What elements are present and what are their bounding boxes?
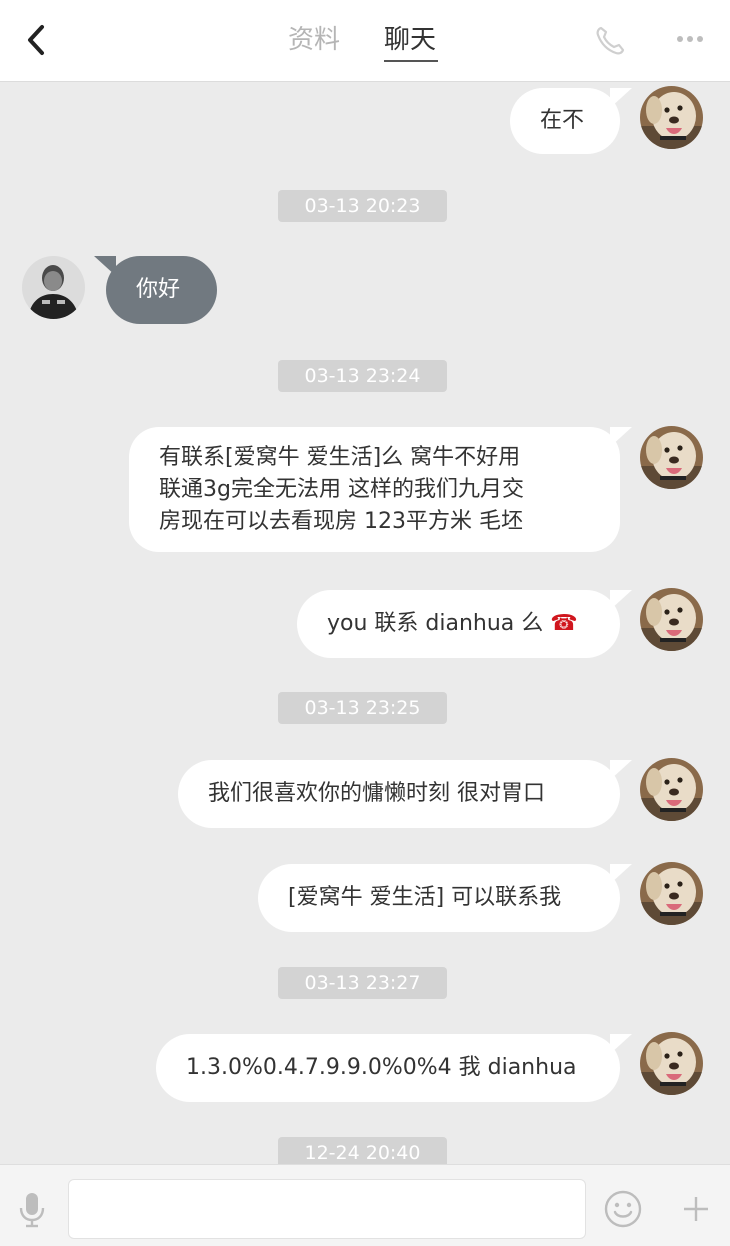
outgoing-message-bubble[interactable]: 我们很喜欢你的慵懒时刻 很对胃口: [178, 760, 632, 828]
my-avatar[interactable]: [640, 758, 703, 821]
chat-message-list[interactable]: 在不 03-13 20:23 你好 03-13 23:24 有联系[爱窝牛 爱生…: [0, 82, 730, 1164]
my-avatar[interactable]: [640, 426, 703, 489]
timestamp-divider: 12-24 20:40: [278, 1137, 447, 1164]
message-input[interactable]: [68, 1179, 586, 1239]
emoji-icon[interactable]: [603, 1189, 643, 1229]
top-navigation-bar: 资料 聊天: [0, 0, 730, 82]
phone-icon[interactable]: [593, 24, 627, 58]
my-avatar[interactable]: [640, 1032, 703, 1095]
outgoing-message-bubble[interactable]: [爱窝牛 爱生活] 可以联系我: [258, 864, 632, 932]
outgoing-message-bubble[interactable]: 1.3.0%0.4.7.9.9.0%0%4 我 dianhua: [156, 1034, 632, 1102]
telephone-emoji-icon: ☎: [550, 611, 578, 636]
message-text: 你好: [136, 277, 181, 302]
my-avatar[interactable]: [640, 862, 703, 925]
incoming-message-bubble[interactable]: 你好: [94, 256, 217, 324]
timestamp-divider: 03-13 23:25: [278, 692, 447, 724]
timestamp-divider: 03-13 23:24: [278, 360, 447, 392]
plus-icon[interactable]: [676, 1189, 716, 1229]
active-tab-indicator: [384, 60, 438, 62]
my-avatar[interactable]: [640, 588, 703, 651]
message-input-bar: [0, 1164, 730, 1246]
microphone-icon[interactable]: [14, 1189, 50, 1229]
message-text: 在不: [540, 108, 585, 133]
my-avatar[interactable]: [640, 86, 703, 149]
back-chevron-icon[interactable]: [16, 20, 56, 60]
timestamp-divider: 03-13 23:27: [278, 967, 447, 999]
outgoing-message-bubble[interactable]: 有联系[爱窝牛 爱生活]么 窝牛不好用 联通3g完全无法用 这样的我们九月交 房…: [129, 427, 632, 552]
message-text: 我们很喜欢你的慵懒时刻 很对胃口: [208, 781, 545, 806]
timestamp-divider: 03-13 20:23: [278, 190, 447, 222]
message-text: 有联系[爱窝牛 爱生活]么 窝牛不好用 联通3g完全无法用 这样的我们九月交 房…: [159, 444, 524, 534]
tab-chat[interactable]: 聊天: [384, 22, 436, 58]
message-text: you 联系 dianhua 么 ☎: [327, 611, 578, 636]
tab-profile[interactable]: 资料: [288, 22, 340, 58]
message-text: 1.3.0%0.4.7.9.9.0%0%4 我 dianhua: [186, 1055, 577, 1080]
contact-avatar[interactable]: [22, 256, 85, 319]
message-text: [爱窝牛 爱生活] 可以联系我: [288, 885, 562, 910]
outgoing-message-bubble[interactable]: you 联系 dianhua 么 ☎: [297, 590, 632, 658]
more-icon[interactable]: [672, 26, 708, 52]
outgoing-message-bubble[interactable]: 在不: [510, 88, 632, 154]
